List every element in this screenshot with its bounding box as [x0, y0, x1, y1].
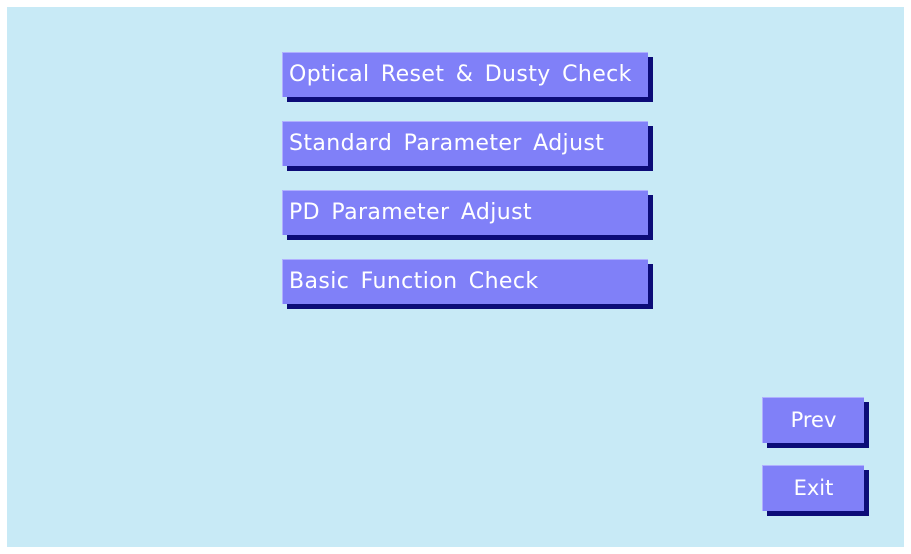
exit-button[interactable]: Exit	[762, 465, 864, 511]
main-screen: Optical Reset & Dusty Check Standard Par…	[7, 7, 904, 547]
prev-button[interactable]: Prev	[762, 397, 864, 443]
standard-parameter-adjust-button[interactable]: Standard Parameter Adjust	[282, 121, 648, 166]
basic-function-check-button[interactable]: Basic Function Check	[282, 259, 648, 304]
pd-parameter-adjust-button[interactable]: PD Parameter Adjust	[282, 190, 648, 235]
optical-reset-dusty-check-button[interactable]: Optical Reset & Dusty Check	[282, 52, 648, 97]
